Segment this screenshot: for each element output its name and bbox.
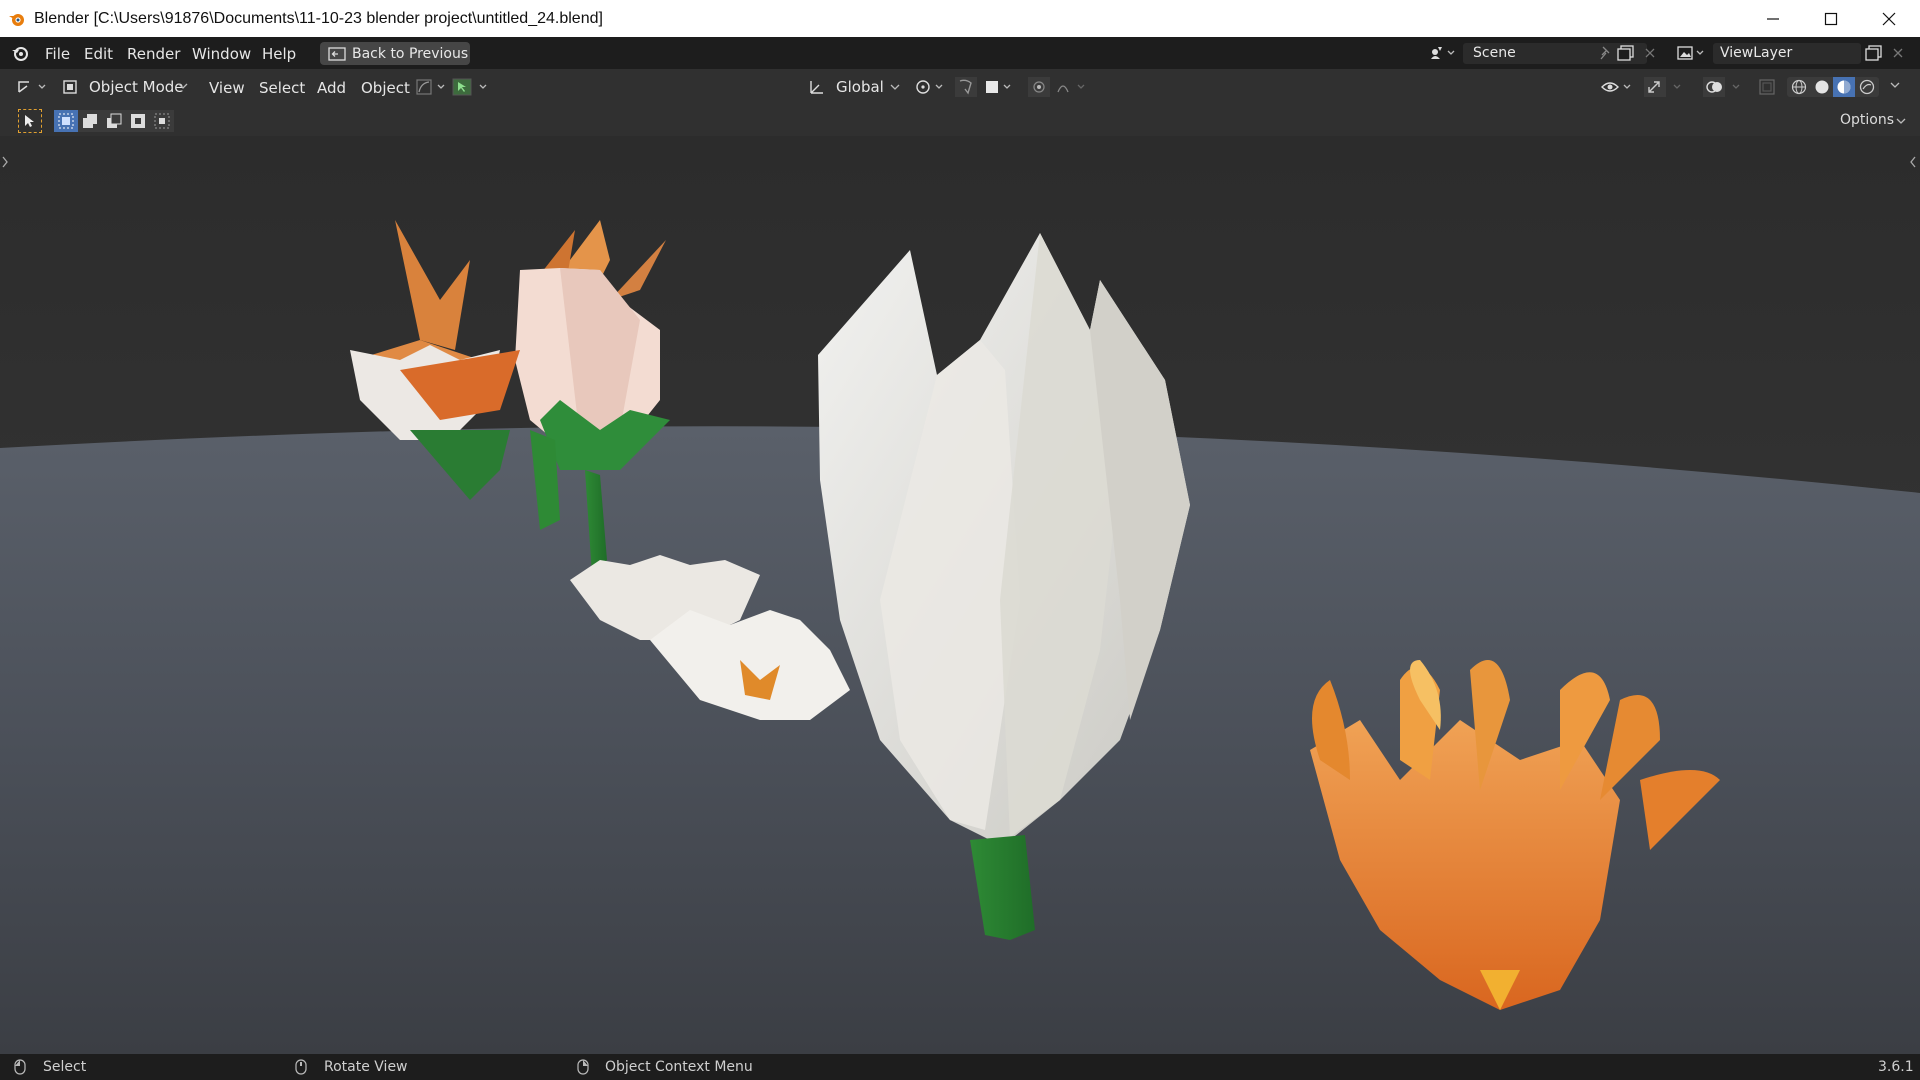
overlay-icon[interactable] xyxy=(1703,77,1749,97)
editor-type-icon[interactable] xyxy=(16,78,50,96)
transform-orientation-icon xyxy=(810,81,823,94)
mouse-right-icon xyxy=(577,1059,589,1075)
select-cursor-icon xyxy=(25,115,34,127)
status-rotate-view: Rotate View xyxy=(324,1059,408,1075)
mouse-middle-icon xyxy=(295,1059,307,1075)
menu-select[interactable]: Select xyxy=(259,79,305,97)
tool-settings-bar: Options xyxy=(0,105,1920,136)
close-icon xyxy=(1882,12,1896,25)
options-dropdown[interactable]: Options xyxy=(1828,109,1912,131)
select-intersect-icon xyxy=(154,113,170,129)
transform-affect-icon[interactable] xyxy=(416,79,450,95)
select-invert-button[interactable] xyxy=(126,110,150,132)
viewlayer-name: ViewLayer xyxy=(1720,45,1793,61)
delete-scene-icon[interactable] xyxy=(1644,47,1656,59)
status-bar: Select Rotate View Object Context Menu 3… xyxy=(0,1054,1920,1080)
back-icon xyxy=(328,46,346,61)
gizmo-icon[interactable] xyxy=(1644,77,1690,97)
chevron-down-icon xyxy=(1896,118,1906,124)
viewlayer-name-field[interactable]: ViewLayer xyxy=(1713,43,1861,64)
menu-edit[interactable]: Edit xyxy=(84,45,113,63)
new-scene-icon[interactable] xyxy=(1617,45,1635,61)
viewport-header: Object Mode View Select Add Object Globa… xyxy=(0,69,1920,105)
select-extend-icon xyxy=(83,114,97,128)
pin-icon[interactable] xyxy=(1599,46,1613,61)
menu-render[interactable]: Render xyxy=(127,45,180,63)
blender-icon xyxy=(9,14,24,26)
xray-icon[interactable] xyxy=(1758,78,1776,96)
scene-name: Scene xyxy=(1473,45,1516,61)
snap-target-icon[interactable] xyxy=(452,78,492,96)
mouse-left-icon xyxy=(14,1059,26,1075)
3d-viewport[interactable] xyxy=(0,136,1920,1054)
selection-mode-group xyxy=(54,110,174,132)
active-tool-button[interactable] xyxy=(18,109,42,133)
visibility-icon[interactable] xyxy=(1600,78,1636,96)
options-label: Options xyxy=(1840,112,1895,128)
minimize-icon xyxy=(1767,17,1779,20)
menu-view[interactable]: View xyxy=(209,79,245,97)
top-menu-bar: File Edit Render Window Help Back to Pre… xyxy=(0,37,1920,69)
window-title: Blender [C:\Users\91876\Documents\11-10-… xyxy=(34,10,603,27)
object-mode-icon xyxy=(63,80,77,94)
select-subtract-icon xyxy=(107,113,122,128)
chevron-down-icon xyxy=(178,83,188,89)
select-set-button[interactable] xyxy=(54,110,78,132)
status-context-menu: Object Context Menu xyxy=(605,1059,753,1075)
delete-viewlayer-icon[interactable] xyxy=(1892,47,1904,59)
back-to-previous-label: Back to Previous xyxy=(352,45,469,62)
menu-add[interactable]: Add xyxy=(317,79,346,97)
rendered-shading-icon[interactable] xyxy=(1859,79,1875,95)
menu-object[interactable]: Object xyxy=(361,79,410,97)
transform-orientation-label: Global xyxy=(836,78,884,96)
status-select: Select xyxy=(43,1059,87,1075)
version-label: 3.6.1 xyxy=(1878,1059,1914,1075)
maximize-icon xyxy=(1824,12,1838,25)
proportional-edit-icon[interactable] xyxy=(1028,77,1090,97)
object-mode-dropdown[interactable]: Object Mode xyxy=(60,76,192,98)
pivot-icon[interactable] xyxy=(914,78,950,96)
menu-help[interactable]: Help xyxy=(262,45,296,63)
transform-orientation-dropdown[interactable]: Global xyxy=(806,76,906,98)
select-subtract-button[interactable] xyxy=(102,110,126,132)
viewlayer-icon xyxy=(1677,46,1704,60)
minimize-button[interactable] xyxy=(1744,0,1802,37)
new-viewlayer-icon[interactable] xyxy=(1865,45,1883,61)
scene-browse-button[interactable] xyxy=(1428,44,1458,66)
viewport-scene[interactable] xyxy=(0,136,1920,1054)
menu-file[interactable]: File xyxy=(45,45,70,63)
select-box-icon xyxy=(58,113,74,129)
shading-mode-group xyxy=(1787,77,1879,97)
maximize-button[interactable] xyxy=(1802,0,1860,37)
select-intersect-button[interactable] xyxy=(150,110,174,132)
chevron-down-icon[interactable] xyxy=(1890,82,1900,90)
chevron-down-icon xyxy=(890,84,900,90)
menu-window[interactable]: Window xyxy=(192,45,251,63)
solid-shading-icon[interactable] xyxy=(1814,79,1830,95)
select-invert-icon xyxy=(131,114,145,128)
scene-icon xyxy=(1431,47,1455,59)
material-shading-button[interactable] xyxy=(1833,77,1855,97)
blender-menu-icon[interactable] xyxy=(10,44,30,62)
select-extend-button[interactable] xyxy=(78,110,102,132)
window-titlebar: Blender [C:\Users\91876\Documents\11-10-… xyxy=(0,0,1920,37)
snap-icon[interactable] xyxy=(955,77,1015,97)
back-to-previous-button[interactable]: Back to Previous xyxy=(320,42,470,65)
material-shading-icon xyxy=(1837,80,1851,94)
close-button[interactable] xyxy=(1860,0,1918,37)
viewlayer-browse-button[interactable] xyxy=(1676,44,1708,66)
object-mode-label: Object Mode xyxy=(89,78,184,96)
wireframe-shading-icon[interactable] xyxy=(1791,79,1807,95)
